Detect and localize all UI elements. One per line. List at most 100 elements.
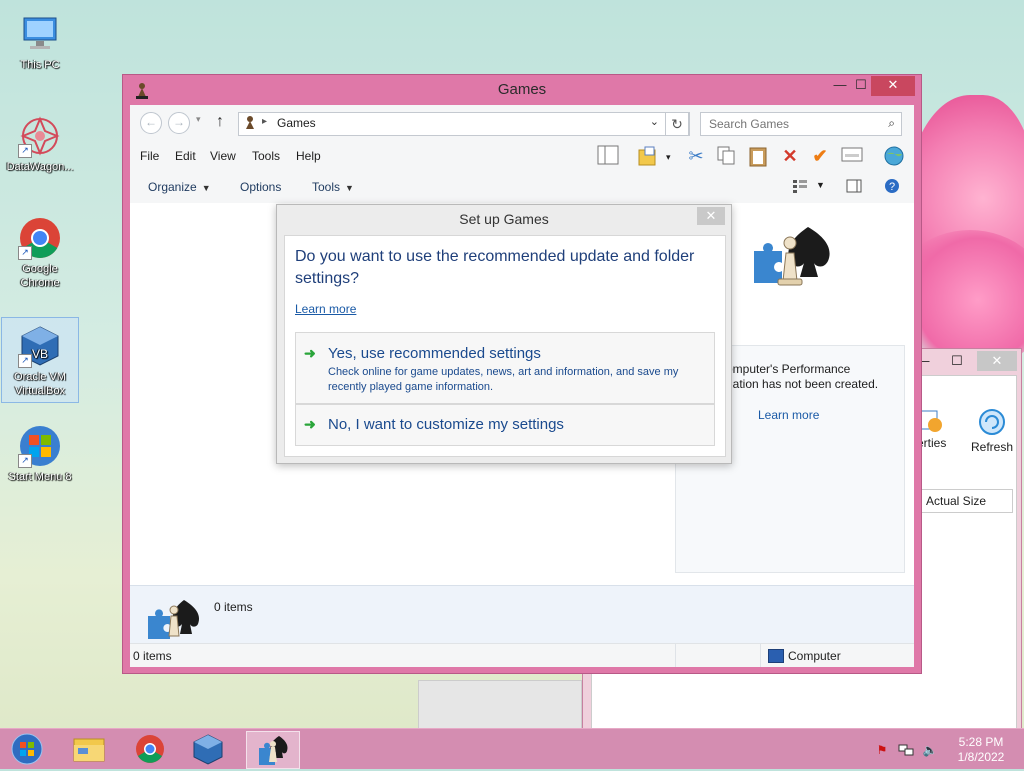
windows-orb-icon (11, 733, 43, 765)
details-pane: 0 items (130, 585, 914, 644)
virtualbox-icon: VB ↗ (18, 324, 62, 368)
status-item-count: 0 items (133, 649, 172, 663)
games-small-icon (146, 596, 202, 640)
menu-edit[interactable]: Edit (175, 149, 196, 163)
background-panel (418, 680, 582, 734)
delete-icon[interactable]: ✕ (778, 145, 802, 167)
recent-locations-chevron-icon[interactable]: ▾ (196, 114, 201, 125)
performance-text-line1: omputer's Performance (726, 362, 851, 376)
desktop-icon-datawagon[interactable]: ↗ DataWagon... (2, 108, 78, 180)
preview-pane-icon[interactable] (596, 145, 620, 167)
svg-text:?: ? (889, 181, 895, 193)
maximize-button[interactable]: ☐ (851, 76, 871, 96)
taskbar-file-explorer[interactable] (62, 731, 114, 767)
dialog-title: Set up Games (459, 211, 549, 227)
column-header-actual-size[interactable]: Actual Size (919, 489, 1013, 513)
menu-file[interactable]: File (140, 149, 159, 163)
details-item-count: 0 items (214, 600, 253, 614)
games-hero-icon (750, 221, 840, 291)
up-arrow-icon[interactable]: ↑ (216, 113, 224, 131)
desktop-icon-label: This PC (20, 59, 60, 71)
globe-icon[interactable] (882, 145, 906, 167)
performance-text-line2: nation has not been created. (726, 377, 879, 391)
folder-options-icon[interactable] (636, 145, 660, 167)
desktop-icon-label: Start Menu 8 (8, 471, 72, 483)
menu-bar: File Edit View Tools Help ▾ ✂ ✕ ✔ (130, 141, 914, 171)
back-button[interactable]: ← (140, 112, 162, 134)
help-icon[interactable]: ? (884, 178, 900, 197)
taskbar-chrome[interactable] (124, 731, 176, 767)
clock-time: 5:28 PM (958, 735, 1004, 749)
search-box[interactable]: ⌕ (700, 112, 902, 136)
green-arrow-icon: ➜ (304, 345, 316, 361)
desktop-icon-label: Oracle VM VirtualBox (14, 371, 66, 397)
menu-view[interactable]: View (210, 149, 236, 163)
change-view-icon[interactable] (792, 179, 808, 196)
organize-label: Organize (148, 180, 197, 194)
tools-button[interactable]: Tools ▼ (312, 180, 354, 194)
option-customize-settings[interactable]: ➜ No, I want to customize my settings (295, 404, 715, 446)
bg-maximize-button[interactable]: ☐ (943, 351, 971, 371)
status-location: Computer (788, 649, 841, 663)
options-button[interactable]: Options (240, 180, 281, 194)
folder-icon (73, 738, 105, 762)
windows-logo-icon: ↗ (18, 424, 62, 468)
setup-games-dialog[interactable]: Set up Games ✕ Do you want to use the re… (276, 204, 732, 464)
search-icon[interactable]: ⌕ (888, 116, 895, 131)
desktop-icon-label: DataWagon... (6, 161, 74, 173)
svg-text:VB: VB (32, 347, 48, 361)
start-button[interactable] (0, 731, 52, 767)
address-bar[interactable]: ▸ Games ⌄ (238, 112, 690, 136)
dialog-close-button[interactable]: ✕ (697, 207, 725, 225)
action-center-flag-icon[interactable]: ⚑ (874, 743, 890, 757)
refresh-button[interactable]: ↻ (665, 112, 689, 136)
address-dropdown-icon[interactable]: ⌄ (650, 115, 659, 128)
option-recommended-title: Yes, use recommended settings (328, 345, 541, 362)
search-input[interactable] (707, 116, 871, 132)
folder-options-dropdown-icon[interactable]: ▾ (666, 152, 671, 163)
breadcrumb-separator-icon: ▸ (262, 116, 268, 127)
chrome-icon: ↗ (18, 216, 62, 260)
menu-help[interactable]: Help (296, 149, 321, 163)
desktop-icon-this-pc[interactable]: This PC (2, 6, 78, 76)
chevron-down-icon: ▼ (201, 183, 211, 193)
organize-button[interactable]: Organize ▼ (148, 180, 211, 194)
menu-tools[interactable]: Tools (252, 149, 280, 163)
desktop-icon-start-menu-8[interactable]: ↗ Start Menu 8 (2, 418, 78, 492)
status-divider (760, 644, 761, 667)
option-recommended-description: Check online for game updates, news, art… (328, 366, 679, 393)
desktop-icon-virtualbox[interactable]: VB ↗ Oracle VM VirtualBox (1, 317, 79, 403)
desktop-icon-chrome[interactable]: ↗ Google Chrome (2, 210, 78, 298)
status-bar: 0 items Computer (130, 643, 914, 667)
refresh-tool[interactable]: Refresh (971, 407, 1013, 454)
properties-dialog-icon[interactable] (840, 145, 864, 167)
minimize-button[interactable]: — (827, 76, 853, 96)
option-recommended-settings[interactable]: ➜ Yes, use recommended settings Check on… (295, 332, 715, 404)
close-button[interactable]: ✕ (871, 76, 915, 96)
paste-icon[interactable] (746, 145, 770, 167)
status-divider (675, 644, 676, 667)
performance-learn-more-link[interactable]: Learn more (758, 408, 819, 422)
view-dropdown-icon[interactable]: ▼ (816, 180, 825, 190)
address-row: ← → ▾ ↑ ▸ Games ⌄ ↻ ⌕ (130, 105, 914, 141)
breadcrumb-games[interactable]: Games (277, 116, 316, 130)
pane-toggle-icon[interactable] (846, 179, 862, 196)
computer-icon (18, 12, 62, 56)
system-clock[interactable]: 5:28 PM 1/8/2022 (952, 735, 1010, 765)
taskbar-games[interactable] (246, 731, 300, 769)
apply-checkmark-icon[interactable]: ✔ (808, 145, 832, 167)
network-icon[interactable] (898, 743, 914, 757)
copy-icon[interactable] (714, 145, 738, 167)
shortcut-arrow-icon: ↗ (18, 354, 32, 368)
option-customize-title: No, I want to customize my settings (328, 416, 564, 433)
clock-date: 1/8/2022 (957, 750, 1005, 764)
volume-muted-icon[interactable]: 🔈 (922, 743, 938, 757)
forward-button[interactable]: → (168, 112, 190, 134)
bg-close-button[interactable]: ✕ (977, 351, 1017, 371)
green-arrow-icon: ➜ (304, 416, 316, 432)
taskbar-virtualbox[interactable] (184, 731, 236, 767)
dialog-body: Do you want to use the recommended updat… (284, 235, 726, 457)
refresh-icon (979, 409, 1006, 435)
cut-icon[interactable]: ✂ (684, 145, 708, 167)
dialog-learn-more-link[interactable]: Learn more (295, 302, 356, 316)
